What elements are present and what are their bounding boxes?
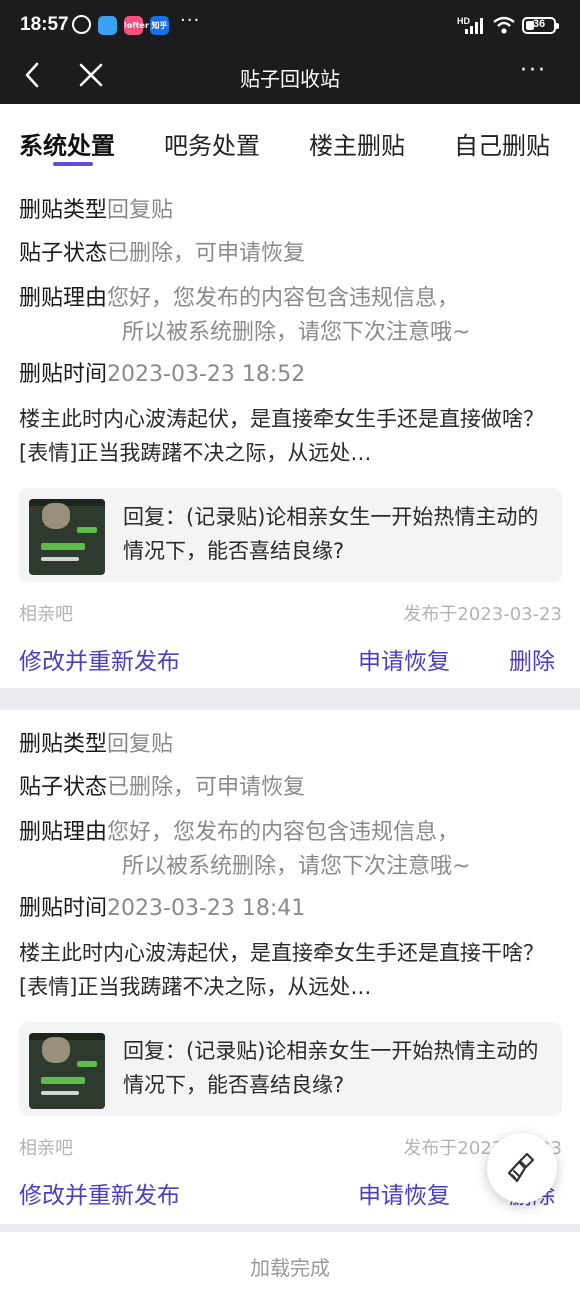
quoted-thread[interactable]: 回复：(记录贴)论相亲女生一开始热情主动的情况下，能否喜结良缘? xyxy=(19,1022,562,1116)
post-status-row: 贴子状态已删除，可申请恢复 xyxy=(19,769,305,801)
forum-name[interactable]: 相亲吧 xyxy=(19,600,73,626)
delete-time-label: 删贴时间 xyxy=(19,896,108,921)
lofter-notification-icon: lofter xyxy=(124,16,149,35)
delete-time-value: 2023-03-23 18:41 xyxy=(107,896,306,921)
nav-bar: 贴子回收站 ··· xyxy=(0,50,580,104)
post-status-label: 贴子状态 xyxy=(19,775,108,800)
delete-reason-value: 您好，您发布的内容包含违规信息， xyxy=(107,286,460,311)
delete-type-label: 删贴类型 xyxy=(19,732,108,757)
delete-reason-label: 删贴理由 xyxy=(19,820,108,845)
alarm-icon xyxy=(72,15,91,34)
delete-reason-row: 删贴理由您好，您发布的内容包含违规信息， xyxy=(19,814,459,846)
delete-type-value: 回复贴 xyxy=(107,732,174,757)
delete-time-value: 2023-03-23 18:52 xyxy=(107,362,306,387)
delete-reason-row: 删贴理由您好，您发布的内容包含违规信息， xyxy=(19,280,459,312)
delete-time-row: 删贴时间2023-03-23 18:52 xyxy=(19,356,305,388)
quoted-thread-title: 回复：(记录贴)论相亲女生一开始热情主动的情况下，能否喜结良缘? xyxy=(123,505,539,563)
tab-bar: 系统处置 吧务处置 楼主删贴 自己删贴 xyxy=(0,104,580,176)
post-status-value: 已删除，可申请恢复 xyxy=(107,775,306,800)
battery-level: 36 xyxy=(532,18,546,30)
tab-system[interactable]: 系统处置 xyxy=(19,126,115,161)
signal-icon xyxy=(465,18,487,34)
deleted-post-card: 删贴类型回复贴 贴子状态已删除，可申请恢复 删贴理由您好，您发布的内容包含违规信… xyxy=(0,176,580,688)
delete-time-row: 删贴时间2023-03-23 18:41 xyxy=(19,890,305,922)
delete-type-row: 删贴类型回复贴 xyxy=(19,192,173,224)
load-complete-text: 加载完成 xyxy=(250,1256,330,1280)
delete-button[interactable]: 删除 xyxy=(509,642,555,676)
more-menu-icon[interactable]: ··· xyxy=(520,58,547,83)
zhihu-notification-icon: 知乎 xyxy=(150,16,169,35)
thread-thumbnail xyxy=(29,499,105,575)
thread-thumbnail xyxy=(29,1033,105,1109)
delete-type-row: 删贴类型回复贴 xyxy=(19,726,173,758)
page-title: 贴子回收站 xyxy=(240,67,340,91)
request-restore-button[interactable]: 申请恢复 xyxy=(358,642,450,676)
delete-time-label: 删贴时间 xyxy=(19,362,108,387)
post-content[interactable]: 楼主此时内心波涛起伏，是直接牵女生手还是直接做啥？[表情]正当我踌躇不决之际，从… xyxy=(19,402,564,470)
clean-fab-button[interactable] xyxy=(487,1133,557,1203)
app-notification-icon xyxy=(98,16,117,35)
request-restore-button[interactable]: 申请恢复 xyxy=(358,1176,450,1210)
forum-name[interactable]: 相亲吧 xyxy=(19,1134,73,1160)
post-content[interactable]: 楼主此时内心波涛起伏，是直接牵女生手还是直接干啥？[表情]正当我踌躇不决之际，从… xyxy=(19,936,564,1004)
delete-reason-label: 删贴理由 xyxy=(19,286,108,311)
tab-forum-admin[interactable]: 吧务处置 xyxy=(164,126,260,161)
status-time: 18:57 xyxy=(20,14,69,35)
battery-icon: 36 xyxy=(522,17,559,34)
broom-icon xyxy=(507,1152,535,1183)
tab-self-deleted[interactable]: 自己删贴 xyxy=(454,126,550,161)
post-status-row: 贴子状态已删除，可申请恢复 xyxy=(19,235,305,267)
delete-type-label: 删贴类型 xyxy=(19,198,108,223)
publish-date: 发布于2023-03-23 xyxy=(403,604,562,625)
delete-reason-value-line2: 所以被系统删除，请您下次注意哦~ xyxy=(122,854,471,879)
edit-republish-button[interactable]: 修改并重新发布 xyxy=(19,642,180,676)
tab-op-deleted[interactable]: 楼主删贴 xyxy=(309,126,405,161)
delete-reason-value-line2: 所以被系统删除，请您下次注意哦~ xyxy=(122,320,471,345)
delete-type-value: 回复贴 xyxy=(107,198,174,223)
status-bar: 18:57 lofter 知乎 ··· HD 36 xyxy=(0,0,580,50)
quoted-thread[interactable]: 回复：(记录贴)论相亲女生一开始热情主动的情况下，能否喜结良缘? xyxy=(19,488,562,582)
edit-republish-button[interactable]: 修改并重新发布 xyxy=(19,1176,180,1210)
delete-reason-value: 您好，您发布的内容包含违规信息， xyxy=(107,820,460,845)
quoted-thread-title: 回复：(记录贴)论相亲女生一开始热情主动的情况下，能否喜结良缘? xyxy=(123,1039,539,1097)
wifi-icon xyxy=(493,16,515,34)
post-status-label: 贴子状态 xyxy=(19,241,108,266)
top-bar: 18:57 lofter 知乎 ··· HD 36 贴子回收站 ··· xyxy=(0,0,580,104)
post-status-value: 已删除，可申请恢复 xyxy=(107,241,306,266)
active-tab-indicator xyxy=(53,162,93,166)
more-notifications-icon: ··· xyxy=(180,10,201,31)
load-status-bar: 加载完成 xyxy=(0,1232,580,1289)
